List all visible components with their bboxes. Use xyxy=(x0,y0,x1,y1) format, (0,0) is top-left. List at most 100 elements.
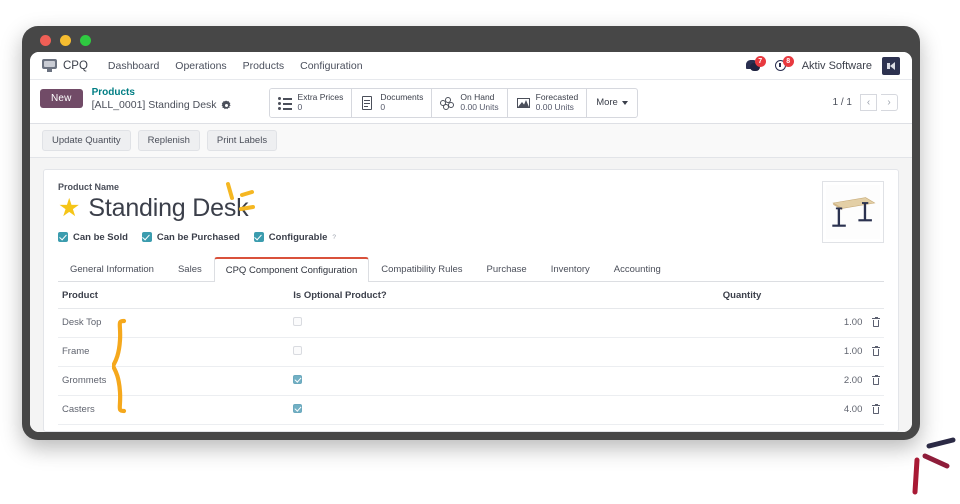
tab-inventory[interactable]: Inventory xyxy=(539,257,602,282)
nav-item-products[interactable]: Products xyxy=(235,56,292,76)
more-label: More xyxy=(596,97,618,109)
column-header-quantity[interactable]: Quantity xyxy=(718,281,884,309)
nav-item-configuration[interactable]: Configuration xyxy=(292,56,370,76)
optional-checkbox-icon[interactable] xyxy=(293,345,303,355)
window-titlebar xyxy=(22,26,920,52)
column-header-is-optional[interactable]: Is Optional Product? xyxy=(289,281,719,309)
record-pager: 1 / 1 ‹ › xyxy=(833,86,902,111)
app-viewport: CPQ Dashboard Operations Products Config… xyxy=(30,52,912,432)
table-row[interactable]: Desk Top 1.00 xyxy=(58,308,884,338)
checkbox-label: Can be Purchased xyxy=(156,231,240,243)
print-labels-button[interactable]: Print Labels xyxy=(206,129,278,151)
checkbox-icon[interactable] xyxy=(141,232,152,243)
quantity-value: 2.00 xyxy=(843,375,863,387)
trash-icon[interactable] xyxy=(872,345,880,357)
quantity-value: 1.00 xyxy=(843,317,863,329)
cell-product[interactable]: Frame xyxy=(58,337,290,367)
pager-previous-button[interactable]: ‹ xyxy=(860,94,877,111)
optional-checkbox-icon[interactable] xyxy=(293,374,303,384)
pager-next-button[interactable]: › xyxy=(881,94,898,111)
table-row[interactable]: Casters 4.00 xyxy=(58,395,884,425)
list-icon xyxy=(277,96,293,110)
smart-button-value: 0 xyxy=(297,101,303,112)
table-header-row: Product Is Optional Product? Quantity xyxy=(58,281,884,309)
smart-button-label: Documents xyxy=(380,92,424,102)
trash-icon[interactable] xyxy=(872,374,880,386)
activities-count-badge: 8 xyxy=(782,56,794,67)
screenshot-root: CPQ Dashboard Operations Products Config… xyxy=(0,0,960,504)
on-hand-icon xyxy=(440,96,455,110)
star-icon[interactable]: ★ xyxy=(58,195,80,221)
cell-quantity[interactable]: 1.00 xyxy=(718,308,884,338)
table-row[interactable]: Frame 1.00 xyxy=(58,337,884,367)
product-name-value[interactable]: Standing Desk xyxy=(88,194,248,223)
smart-button-forecasted[interactable]: Forecasted 0.00 Units xyxy=(507,89,588,117)
smart-button-documents[interactable]: Documents 0 xyxy=(352,89,433,117)
smart-button-value: 0.00 Units xyxy=(535,101,574,112)
cell-quantity[interactable]: 2.00 xyxy=(718,366,884,396)
configurable-checkbox[interactable]: Configurable ? xyxy=(253,232,336,243)
messages-button[interactable]: 7 xyxy=(745,56,766,73)
can-be-purchased-checkbox[interactable]: Can be Purchased xyxy=(141,231,240,243)
top-navbar: CPQ Dashboard Operations Products Config… xyxy=(30,52,912,80)
product-name-label: Product Name xyxy=(58,181,120,192)
brand-label: CPQ xyxy=(63,59,88,72)
optional-checkbox-icon[interactable] xyxy=(293,403,303,413)
cell-quantity[interactable]: 4.00 xyxy=(718,395,884,425)
can-be-sold-checkbox[interactable]: Can be Sold xyxy=(58,232,128,243)
pager-count: 1 / 1 xyxy=(832,97,852,108)
notebook-tabs: General Information Sales CPQ Component … xyxy=(58,256,884,282)
forecast-icon xyxy=(516,96,531,110)
checkbox-label: Can be Sold xyxy=(73,231,128,243)
help-superscript[interactable]: ? xyxy=(332,234,336,241)
close-window-button[interactable] xyxy=(40,35,51,46)
update-quantity-button[interactable]: Update Quantity xyxy=(42,129,131,151)
breadcrumb-current-label: [ALL_0001] Standing Desk xyxy=(91,99,217,111)
checkbox-icon[interactable] xyxy=(253,232,264,243)
navbar-right-tools: 7 8 Aktiv Software xyxy=(745,56,904,75)
smart-button-extra-prices[interactable]: Extra Prices 0 xyxy=(269,89,353,117)
tab-general-information[interactable]: General Information xyxy=(58,257,166,282)
table-header: Product Is Optional Product? Quantity xyxy=(58,281,884,309)
more-button[interactable]: More xyxy=(587,89,637,117)
column-header-product[interactable]: Product xyxy=(58,281,290,309)
tab-compatibility-rules[interactable]: Compatibility Rules xyxy=(369,257,474,282)
table-body: Desk Top 1.00 Frame 1.00 Grommets 2.00 C… xyxy=(58,308,884,425)
nav-item-operations[interactable]: Operations xyxy=(167,56,234,76)
cell-product[interactable]: Casters xyxy=(58,395,290,425)
minimize-window-button[interactable] xyxy=(60,35,71,46)
optional-checkbox-icon[interactable] xyxy=(293,316,303,326)
tab-purchase[interactable]: Purchase xyxy=(475,257,539,282)
checkbox-icon[interactable] xyxy=(58,232,68,243)
component-table: Product Is Optional Product? Quantity De… xyxy=(58,281,884,425)
new-button[interactable]: New xyxy=(40,89,83,108)
app-brand[interactable]: CPQ xyxy=(38,59,88,72)
tab-accounting[interactable]: Accounting xyxy=(602,257,673,282)
gear-icon[interactable] xyxy=(222,101,231,110)
company-name[interactable]: Aktiv Software xyxy=(802,60,872,72)
cell-is-optional[interactable] xyxy=(289,366,719,396)
user-avatar[interactable] xyxy=(882,56,900,75)
monitor-icon xyxy=(42,59,57,72)
nav-item-dashboard[interactable]: Dashboard xyxy=(100,56,167,76)
smart-button-value: 0.00 Units xyxy=(460,101,499,112)
product-flags: Can be Sold Can be Purchased Configurabl… xyxy=(58,232,884,243)
maximize-window-button[interactable] xyxy=(80,35,91,46)
trash-icon[interactable] xyxy=(872,316,880,328)
cell-product[interactable]: Grommets xyxy=(58,366,290,396)
activities-button[interactable]: 8 xyxy=(774,56,794,73)
smart-button-value: 0 xyxy=(380,101,386,112)
cell-is-optional[interactable] xyxy=(289,337,719,367)
smart-button-label: Extra Prices xyxy=(297,92,344,102)
trash-icon[interactable] xyxy=(872,403,880,415)
cell-is-optional[interactable] xyxy=(289,395,719,425)
cell-is-optional[interactable] xyxy=(289,308,719,338)
breadcrumb-parent[interactable]: Products xyxy=(92,87,231,98)
cell-quantity[interactable]: 1.00 xyxy=(718,337,884,367)
tab-sales[interactable]: Sales xyxy=(166,257,214,282)
table-row[interactable]: Grommets 2.00 xyxy=(58,366,884,396)
smart-button-on-hand[interactable]: On Hand 0.00 Units xyxy=(432,89,508,117)
replenish-button[interactable]: Replenish xyxy=(137,129,200,151)
cell-product[interactable]: Desk Top xyxy=(58,308,290,338)
tab-cpq-component-configuration[interactable]: CPQ Component Configuration xyxy=(213,256,370,282)
